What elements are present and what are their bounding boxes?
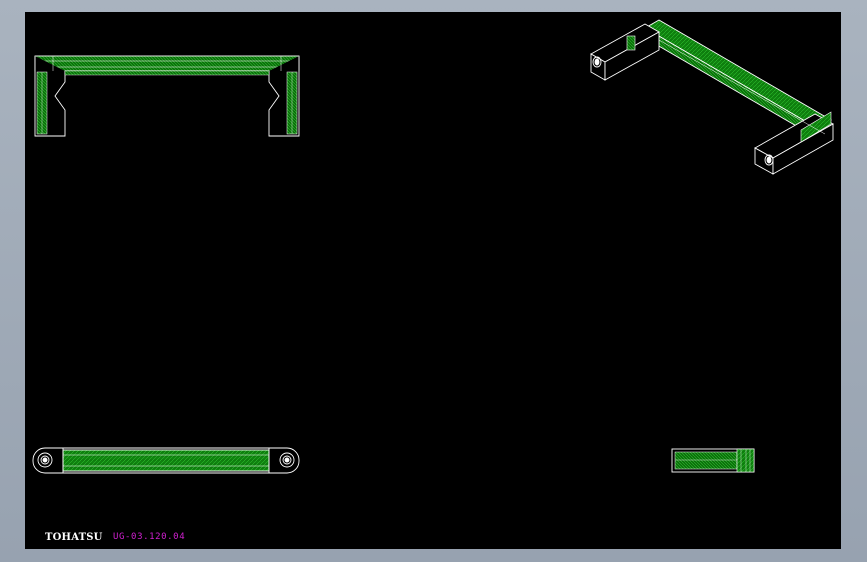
- top-view: [32, 447, 300, 474]
- front-view: [34, 55, 300, 137]
- isometric-view: [590, 19, 834, 175]
- brand-logo: TOHATSU: [45, 532, 103, 543]
- part-number: UG-03.120.04: [113, 532, 186, 542]
- drawing-sheet: TOHATSU UG-03.120.04: [25, 12, 841, 549]
- side-view: [671, 448, 755, 473]
- drawing-canvas: [32, 19, 834, 474]
